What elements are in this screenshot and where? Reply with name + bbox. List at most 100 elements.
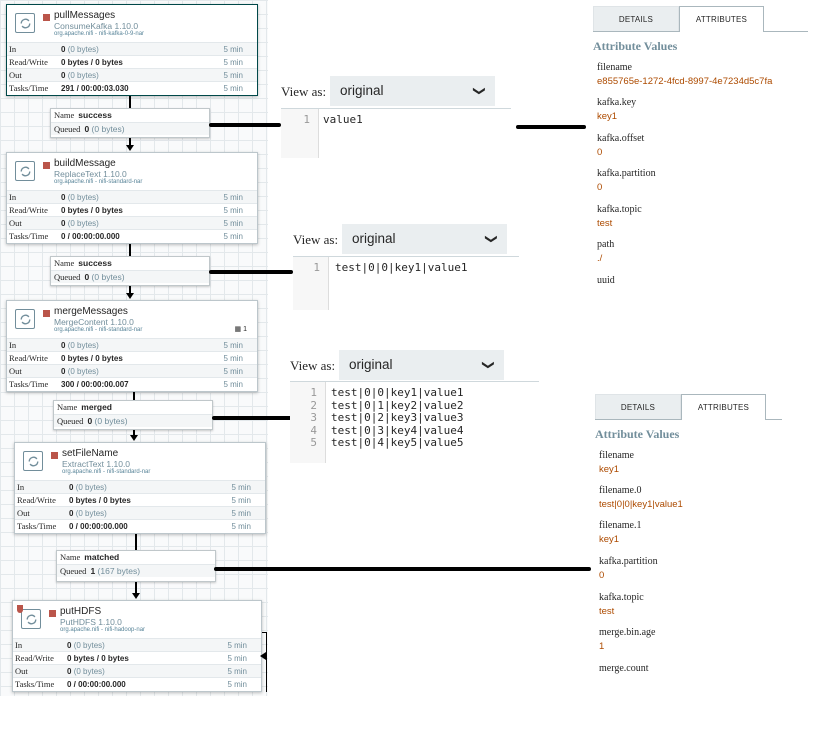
processor-name: setFileName [62,448,119,459]
attribute-item: filename e855765e-1272-4fcd-8997-4e7234d5… [597,62,773,87]
stat-row-out: Out 0 (0 bytes) 5 min [7,364,257,377]
connection-line [129,244,131,256]
annotation-link [209,123,281,127]
stat-row-tasks: Tasks/Time 0 / 00:00:00.000 5 min [13,677,261,690]
connection-merged[interactable]: Name merged Queued 0 (0 bytes) [53,400,213,430]
connection-queued-row: Queued 0 (0 bytes) [54,414,212,427]
processor-icon [23,451,43,471]
stat-row-tasks: Tasks/Time 0 / 00:00:00.000 5 min [15,519,265,532]
code-line: test|0|0|key1|value1 [335,261,468,274]
attribute-item: filename.1 key1 [599,520,642,545]
connection-line [135,582,137,593]
scroll-fade [594,286,794,298]
connection-success-1[interactable]: Name success Queued 0 (0 bytes) [50,108,210,138]
processor-puthdfs[interactable]: putHDFS PutHDFS 1.10.0 org.apache.nifi -… [12,600,262,692]
stat-row-readwrite: Read/Write 0 bytes / 0 bytes 5 min [13,651,261,664]
attribute-item: merge.bin.age 1 [599,627,656,652]
stat-row-in: In 0 (0 bytes) 5 min [7,338,257,351]
code-line: test|0|4|key5|value5 [331,436,464,449]
attribute-item: filename.0 test|0|0|key1|value1 [599,485,683,510]
processor-bundle: org.apache.nifi - nifi-kafka-0-9-nar [54,31,145,37]
processor-name: putHDFS [60,606,102,617]
attribute-item: kafka.offset 0 [597,133,645,158]
connection-queued-row: Queued 0 (0 bytes) [51,122,209,135]
tab-details[interactable]: DETAILS [595,394,681,420]
attribute-values-title: Attribute Values [593,39,678,53]
processor-setfilename[interactable]: setFileName ExtractText 1.10.0 org.apach… [14,442,266,534]
connection-line [262,632,267,633]
attribute-item: kafka.topic test [599,592,644,617]
stat-row-readwrite: Read/Write 0 bytes / 0 bytes 5 min [15,493,265,506]
attribute-item: kafka.partition 0 [599,556,658,581]
attribute-item: kafka.partition 0 [597,168,656,193]
processor-name: buildMessage [54,158,116,169]
stat-row-readwrite: Read/Write 0 bytes / 0 bytes 5 min [7,55,257,68]
view-as-select[interactable]: original ❮ [339,350,504,380]
annotation-link [212,416,292,420]
tab-details[interactable]: DETAILS [593,6,679,32]
stat-row-in: In 0 (0 bytes) 5 min [7,190,257,203]
processor-type: MergeContent 1.10.0 [54,317,134,327]
connection-arrow-icon [132,593,140,599]
stat-row-out: Out 0 (0 bytes) 5 min [13,664,261,677]
connection-arrow-icon [126,145,134,151]
stat-row-readwrite: Read/Write 0 bytes / 0 bytes 5 min [7,351,257,364]
active-threads-indicator: ▦ 1 [234,326,247,333]
connection-line [266,632,267,692]
attribute-item: filename key1 [599,450,634,475]
processor-name: mergeMessages [54,306,128,317]
processor-icon [15,161,35,181]
processor-type: ExtractText 1.10.0 [62,459,131,469]
connection-success-2[interactable]: Name success Queued 0 (0 bytes) [50,256,210,286]
chevron-down-icon: ❮ [482,233,497,245]
processor-bundle: org.apache.nifi - nifi-standard-nar [62,469,151,475]
tab-underline [764,31,808,32]
stopped-icon [49,610,56,617]
code-line: test|0|2|key3|value3 [331,411,464,424]
stat-row-in: In 0 (0 bytes) 5 min [7,42,257,55]
attribute-item: path ./ [597,239,615,264]
stat-row-out: Out 0 (0 bytes) 5 min [7,216,257,229]
attribute-item: merge.count [599,663,649,674]
connection-name-row: Name merged [57,402,113,412]
annotation-link [209,270,293,274]
processor-bundle: org.apache.nifi - nifi-standard-nar [54,327,143,333]
content-viewer[interactable]: 1 test|0|0|key1|value1 [293,256,519,310]
stopped-icon [43,162,50,169]
view-as-label: View as: [281,84,327,99]
tab-underline [766,419,782,420]
stopped-icon [51,452,58,459]
connection-arrow-icon [130,435,138,441]
stat-row-out: Out 0 (0 bytes) 5 min [15,506,265,519]
connection-line [129,96,131,108]
content-viewer[interactable]: 1 2 3 4 5 test|0|0|key1|value1 test|0|1|… [290,381,539,463]
restricted-shield-icon [17,605,23,613]
processor-buildmessage[interactable]: buildMessage ReplaceText 1.10.0 org.apac… [6,152,258,244]
tab-underline [595,419,681,420]
annotation-link [214,567,591,571]
threads-icon: ▦ [234,326,242,333]
stat-row-out: Out 0 (0 bytes) 5 min [7,68,257,81]
view-as-select[interactable]: original ❮ [342,224,507,254]
chevron-down-icon: ❮ [479,359,494,371]
tab-attributes[interactable]: ATTRIBUTES [681,394,766,420]
stat-row-tasks: Tasks/Time 300 / 00:00:00.007 5 min [7,377,257,390]
content-viewer[interactable]: 1 value1 [281,108,511,158]
processor-icon [21,609,41,629]
connection-matched[interactable]: Name matched Queued 1 (167 bytes) [56,550,216,582]
processor-pullmessages[interactable]: pullMessages ConsumeKafka 1.10.0 org.apa… [6,4,258,96]
connection-queued-row: Queued 1 (167 bytes) [57,564,215,577]
attribute-item: kafka.topic test [597,204,642,229]
code-line: test|0|0|key1|value1 [331,386,464,399]
view-as-label: View as: [290,358,336,373]
connection-line [133,392,135,400]
view-as-select[interactable]: original ❮ [330,76,495,106]
annotation-link [516,125,586,129]
processor-mergemessages[interactable]: mergeMessages MergeContent 1.10.0 org.ap… [6,300,258,392]
tab-underline [593,31,679,32]
connection-arrow-icon [260,652,266,660]
connection-queued-row: Queued 0 (0 bytes) [51,270,209,283]
stat-row-in: In 0 (0 bytes) 5 min [15,480,265,493]
tab-attributes[interactable]: ATTRIBUTES [679,6,764,32]
processor-bundle: org.apache.nifi - nifi-standard-nar [54,179,143,185]
